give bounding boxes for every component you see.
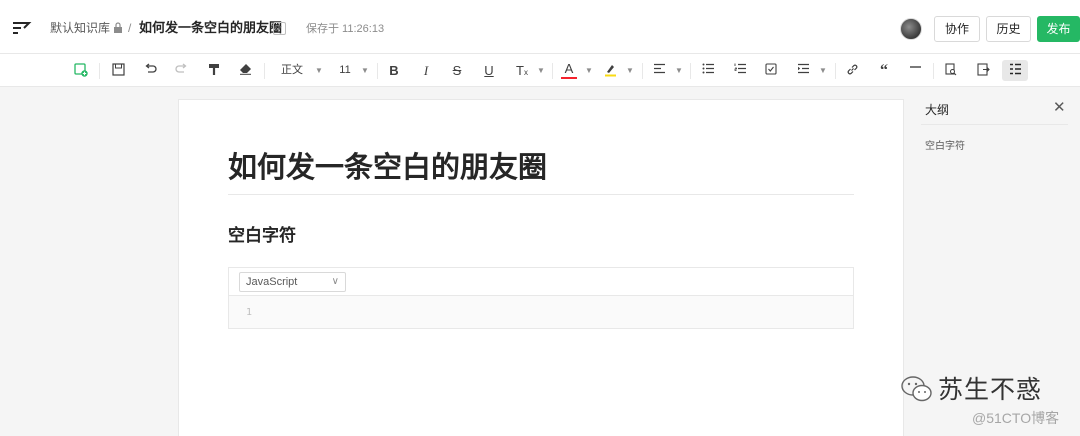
chevron-down-icon[interactable]: ▼: [675, 60, 683, 81]
lock-icon: [114, 22, 122, 33]
toolbar-divider: [835, 63, 836, 79]
watermark-account: 苏生不惑: [938, 376, 1043, 404]
outline-toggle-icon[interactable]: [1002, 60, 1028, 81]
collab-button[interactable]: 协作: [934, 16, 980, 42]
font-color-icon[interactable]: A: [561, 60, 577, 79]
breadcrumb-library[interactable]: 默认知识库: [50, 20, 110, 36]
chevron-down-icon: ∨: [331, 276, 339, 287]
font-size-select[interactable]: 11: [337, 60, 353, 81]
indent-icon[interactable]: [795, 60, 811, 81]
toolbar-divider: [99, 63, 100, 79]
toolbar-divider: [933, 63, 934, 79]
line-number: 1: [246, 307, 253, 318]
strikethrough-icon[interactable]: S: [449, 60, 465, 81]
chevron-down-icon[interactable]: ▼: [626, 60, 634, 81]
quote-icon[interactable]: “: [876, 60, 892, 81]
outline-item[interactable]: 空白字符: [925, 137, 965, 152]
insert-icon[interactable]: [72, 60, 90, 81]
chevron-down-icon[interactable]: ▼: [273, 22, 286, 35]
title-divider: [228, 194, 854, 195]
link-icon[interactable]: [844, 60, 860, 81]
underline-icon[interactable]: U: [481, 60, 497, 81]
breadcrumb-separator: /: [128, 21, 132, 35]
avatar[interactable]: [900, 18, 922, 40]
outline-divider: [921, 124, 1068, 125]
save-status: 保存于 11:26:13: [306, 23, 385, 35]
history-button[interactable]: 历史: [986, 16, 1031, 42]
menu-icon[interactable]: [12, 20, 32, 36]
chevron-down-icon[interactable]: ▼: [315, 60, 323, 81]
redo-icon[interactable]: [172, 60, 190, 81]
toolbar-divider: [690, 63, 691, 79]
document-title[interactable]: 如何发一条空白的朋友圈: [228, 144, 547, 186]
toolbar-divider: [377, 63, 378, 79]
bold-icon[interactable]: B: [386, 60, 402, 81]
paragraph-style-select[interactable]: 正文: [278, 60, 306, 81]
wechat-icon: [901, 376, 932, 402]
editor-toolbar: 正文 ▼ 11 ▼ B I S U Tx ▼ A ▼ ▼ ▼ ▼ “: [0, 54, 1080, 87]
task-list-icon[interactable]: [763, 60, 779, 81]
save-icon[interactable]: [109, 60, 127, 81]
chevron-down-icon[interactable]: ▼: [819, 60, 827, 81]
undo-icon[interactable]: [141, 60, 159, 81]
code-language-select[interactable]: JavaScript ∨: [239, 272, 346, 292]
code-block-header: JavaScript ∨: [229, 268, 853, 296]
code-block[interactable]: JavaScript ∨ 1: [228, 267, 854, 329]
chevron-down-icon[interactable]: ▼: [585, 60, 593, 81]
highlight-icon[interactable]: [602, 60, 618, 81]
italic-icon[interactable]: I: [418, 60, 434, 81]
chevron-down-icon[interactable]: ▼: [537, 60, 545, 81]
export-icon[interactable]: [975, 60, 991, 81]
toolbar-divider: [264, 63, 265, 79]
breadcrumb-doc-title[interactable]: 如何发一条空白的朋友圈: [139, 20, 282, 36]
code-language-label: JavaScript: [246, 276, 298, 288]
text-style-icon[interactable]: Tx: [514, 60, 530, 81]
ordered-list-icon[interactable]: [732, 60, 748, 81]
divider-icon[interactable]: [907, 60, 923, 81]
search-doc-icon[interactable]: [943, 60, 959, 81]
outline-title: 大纲: [925, 103, 950, 117]
publish-button[interactable]: 发布: [1037, 16, 1080, 42]
bullet-list-icon[interactable]: [700, 60, 716, 81]
format-painter-icon[interactable]: [205, 60, 223, 81]
toolbar-divider: [642, 63, 643, 79]
clear-format-icon[interactable]: [236, 60, 254, 81]
align-icon[interactable]: [651, 60, 667, 81]
watermark-site: @51CTO博客: [972, 410, 1060, 426]
chevron-down-icon[interactable]: ▼: [361, 60, 369, 81]
toolbar-divider: [552, 63, 553, 79]
close-icon[interactable]: ✕: [1053, 98, 1066, 116]
section-heading[interactable]: 空白字符: [228, 221, 296, 246]
app-header: 默认知识库 / 如何发一条空白的朋友圈 ▼ 保存于 11:26:13 协作 历史…: [0, 0, 1080, 54]
editor-canvas[interactable]: 如何发一条空白的朋友圈 空白字符 JavaScript ∨ 1: [178, 99, 904, 436]
